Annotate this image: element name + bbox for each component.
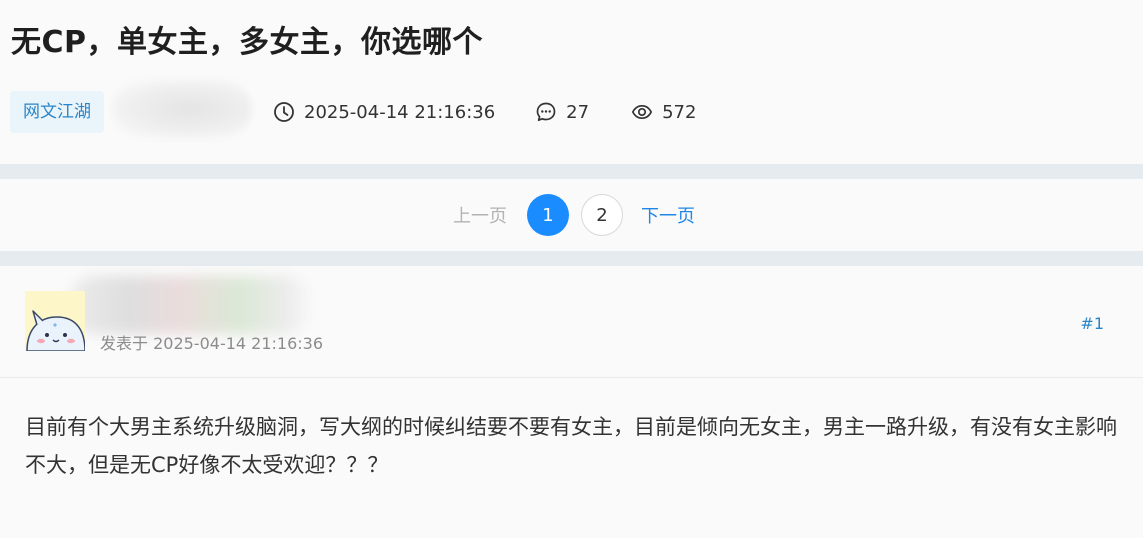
page-button-2[interactable]: 2: [581, 194, 623, 236]
post-header: 无CP，单女主，多女主，你选哪个 网文江湖 2025-04-14 21:16:3…: [0, 0, 1143, 164]
next-page-button[interactable]: 下一页: [641, 202, 695, 228]
reply-count: 27: [535, 101, 589, 123]
reply-count-text: 27: [566, 101, 590, 123]
post-author-bar: 发表于 2025-04-14 21:16:36 #1: [0, 266, 1143, 378]
post-time-text: 2025-04-14 21:16:36: [304, 101, 496, 123]
avatar[interactable]: [25, 291, 85, 351]
eye-icon: [632, 104, 653, 120]
author-name-redacted: [112, 80, 252, 138]
posted-time: 发表于 2025-04-14 21:16:36: [100, 334, 324, 353]
category-tag[interactable]: 网文江湖: [10, 91, 104, 133]
post-title: 无CP，单女主，多女主，你选哪个: [11, 25, 484, 60]
comment-icon: [536, 102, 556, 122]
page-button-1[interactable]: 1: [527, 194, 569, 236]
section-divider: [0, 251, 1143, 266]
username-redacted: [68, 276, 313, 334]
pagination: 上一页 1 2 下一页: [0, 179, 1143, 251]
post-time: 2025-04-14 21:16:36: [273, 101, 495, 123]
view-count-text: 572: [662, 101, 697, 123]
clock-icon: [274, 102, 294, 122]
post-body: 目前有个大男主系统升级脑洞，写大纲的时候纠结要不要有女主，目前是倾向无女主，男主…: [25, 415, 1117, 477]
prev-page-button[interactable]: 上一页: [453, 202, 507, 228]
floor-number[interactable]: #1: [1080, 314, 1104, 333]
post-meta: 网文江湖 2025-04-14 21:16:36 27 572: [10, 80, 696, 138]
view-count: 572: [631, 101, 696, 123]
section-divider: [0, 164, 1143, 179]
